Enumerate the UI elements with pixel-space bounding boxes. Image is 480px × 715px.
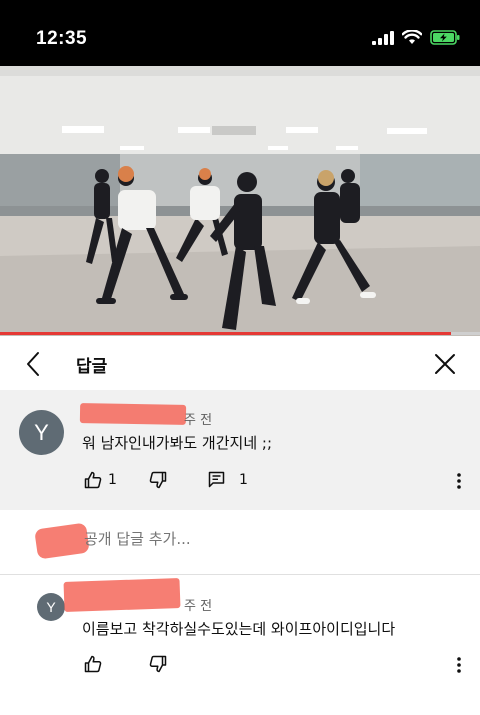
add-reply-input[interactable] [84,530,424,548]
dislike-button[interactable] [149,655,167,673]
video-progress-bar[interactable] [0,332,480,335]
more-vertical-icon [457,473,461,489]
thumbs-down-icon [149,655,167,673]
like-button[interactable] [84,655,102,673]
battery-charging-icon [430,30,460,45]
page-title: 답글 [76,357,108,377]
status-icons [372,30,460,45]
comment-text: 이름보고 착각하실수도있는데 와이프아이디입니다 [82,620,396,638]
comment-time: 주 전 [184,413,213,428]
video-progress-fill [0,332,452,335]
thumbs-up-icon [84,471,102,489]
reply-count: 1 [239,471,248,488]
status-bar: 12:35 [0,0,480,66]
reply-count-button[interactable]: 1 [208,471,248,488]
avatar[interactable]: Y [19,410,64,455]
comment-time: 주 전 [184,599,213,614]
video-frame [0,66,480,336]
replies-header: 답글 [0,337,480,390]
close-button[interactable] [430,349,460,379]
video-player[interactable] [0,66,480,336]
redacted-user-avatar [34,522,90,560]
comment-text: 워 남자인내가봐도 개간지네 ;; [82,434,273,452]
cellular-signal-icon [372,30,394,45]
like-count: 1 [108,472,117,488]
thumbs-down-icon [149,471,167,489]
thumbs-up-icon [84,655,102,673]
reply-comment: Y 주 전 이름보고 착각하실수도있는데 와이프아이디입니다 [0,576,480,715]
add-reply-row [0,510,480,575]
more-options-button[interactable] [449,471,469,491]
status-time: 12:35 [36,28,88,49]
wifi-icon [402,30,422,44]
redacted-author [63,577,181,613]
more-options-button[interactable] [449,655,469,675]
avatar[interactable]: Y [37,593,65,621]
dislike-button[interactable] [149,471,167,489]
parent-comment: Y 주 전 워 남자인내가봐도 개간지네 ;; 1 1 [0,390,480,510]
like-button[interactable]: 1 [84,471,117,489]
chevron-left-icon [27,352,39,376]
redacted-author [79,403,187,425]
comment-icon [208,471,225,488]
back-button[interactable] [18,349,48,379]
close-icon [435,354,455,374]
more-vertical-icon [457,657,461,673]
